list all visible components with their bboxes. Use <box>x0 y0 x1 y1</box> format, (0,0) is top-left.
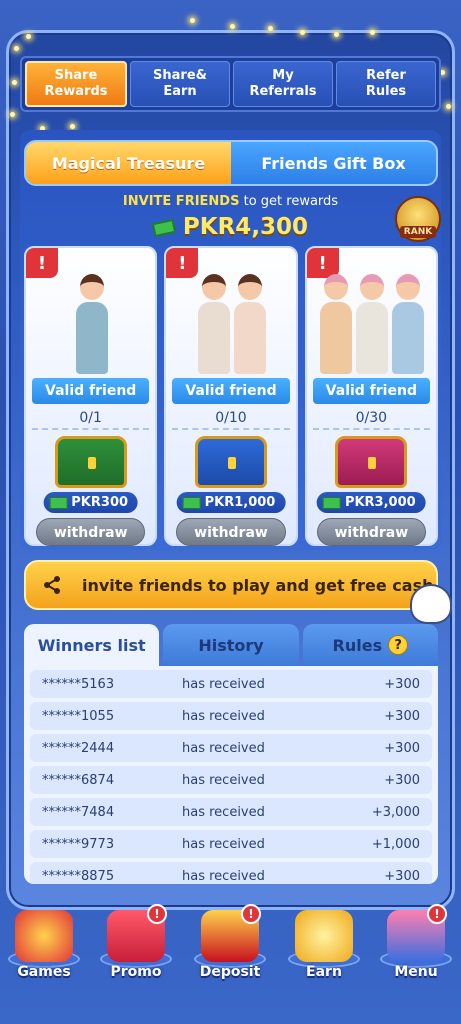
menu-icon: ! <box>387 904 447 962</box>
valid-friend-label: Valid friend <box>312 378 430 404</box>
valid-friend-label: Valid friend <box>32 378 150 404</box>
reward-type-switch: Magical Treasure Friends Gift Box <box>24 140 438 186</box>
withdraw-button[interactable]: withdraw <box>36 518 146 546</box>
person-icon <box>390 274 425 374</box>
person-icon <box>318 274 353 374</box>
gift-icon: ! <box>107 904 167 962</box>
cash-icon <box>151 218 177 237</box>
list-item: ******8875 has received +300 <box>30 862 432 884</box>
invite-button-label: invite friends to play and get free cash <box>82 575 434 595</box>
list-item: ******1055 has received +300 <box>30 702 432 730</box>
friend-progress: 0/30 <box>312 406 430 430</box>
card-reward: PKR300 <box>43 492 139 513</box>
pointing-hand-icon <box>410 584 452 624</box>
total-reward-amount: PKR4,300 <box>182 214 309 240</box>
friends-group-illustration <box>317 256 426 374</box>
total-reward: PKR4,300 <box>0 214 461 240</box>
valid-friend-label: Valid friend <box>172 378 290 404</box>
bottom-nav: Games ! Promo ! Deposit Earn ! Menu <box>0 890 461 980</box>
treasure-icon: ! <box>201 904 261 962</box>
notification-badge: ! <box>427 904 447 924</box>
list-item: ******2444 has received +300 <box>30 734 432 762</box>
nav-menu[interactable]: ! Menu <box>376 890 456 980</box>
games-icon <box>15 910 73 962</box>
list-tabs: Winners list History Rules ? <box>24 624 438 666</box>
tab-rules[interactable]: Rules ? <box>302 624 438 666</box>
person-icon <box>74 274 108 374</box>
tab-history[interactable]: History <box>163 624 299 666</box>
nav-promo[interactable]: ! Promo <box>96 890 176 980</box>
card-reward: PKR1,000 <box>176 492 286 513</box>
treasure-chest-icon <box>194 436 267 488</box>
tab-rules-label: Rules <box>332 635 383 655</box>
friend-progress: 0/10 <box>172 406 290 430</box>
tab-share-rewards[interactable]: Share Rewards <box>25 61 127 107</box>
friends-illustration <box>176 256 285 374</box>
question-icon: ? <box>388 635 409 655</box>
person-icon <box>232 274 266 374</box>
invite-rest: to get rewards <box>243 194 339 209</box>
invite-header: INVITE FRIENDS to get rewards <box>0 194 461 209</box>
winners-list[interactable]: ******5163 has received +300 ******1055 has… <box>24 666 438 884</box>
reward-card: ! Valid friend 0/30 PKR3,000 withdraw <box>304 246 438 546</box>
tab-magical-treasure[interactable]: Magical Treasure <box>26 142 231 184</box>
nav-games[interactable]: Games <box>4 890 84 980</box>
list-item: ******6874 has received +300 <box>30 766 432 794</box>
nav-earn[interactable]: Earn <box>284 890 364 980</box>
rank-button[interactable]: RANK <box>395 196 441 242</box>
treasure-chest-icon <box>335 436 408 488</box>
withdraw-button[interactable]: withdraw <box>316 518 426 546</box>
person-icon <box>196 274 230 374</box>
reward-card: ! Valid friend 0/1 PKR300 withdraw <box>24 246 158 546</box>
tab-winners-list[interactable]: Winners list <box>24 624 160 666</box>
card-reward: PKR3,000 <box>316 492 426 513</box>
reward-card: ! Valid friend 0/10 PKR1,000 withdraw <box>164 246 298 546</box>
tab-friends-gift-box[interactable]: Friends Gift Box <box>231 142 436 184</box>
list-item: ******7484 has received +3,000 <box>30 798 432 826</box>
invite-highlight: INVITE FRIENDS <box>122 194 240 209</box>
friend-progress: 0/1 <box>32 406 150 430</box>
treasure-chest-icon <box>54 436 127 488</box>
notification-badge: ! <box>147 904 167 924</box>
tab-my-referrals[interactable]: My Referrals <box>233 61 333 107</box>
reward-cards: ! Valid friend 0/1 PKR300 withdraw ! Val… <box>24 246 438 546</box>
rank-label: RANK <box>399 226 437 238</box>
list-item: ******9773 has received +1,000 <box>30 830 432 858</box>
nav-deposit[interactable]: ! Deposit <box>190 890 270 980</box>
share-icon <box>40 573 64 597</box>
invite-friends-button[interactable]: invite friends to play and get free cash <box>24 560 438 610</box>
notification-badge: ! <box>241 904 261 924</box>
tab-share-earn[interactable]: Share& Earn <box>130 61 230 107</box>
coins-icon <box>295 910 353 962</box>
tab-refer-rules[interactable]: Refer Rules <box>336 61 436 107</box>
withdraw-button[interactable]: withdraw <box>176 518 286 546</box>
friend-illustration <box>36 256 145 374</box>
top-tab-bar: Share Rewards Share& Earn My Referrals R… <box>20 56 441 112</box>
list-item: ******5163 has received +300 <box>30 670 432 698</box>
person-icon <box>354 274 389 374</box>
